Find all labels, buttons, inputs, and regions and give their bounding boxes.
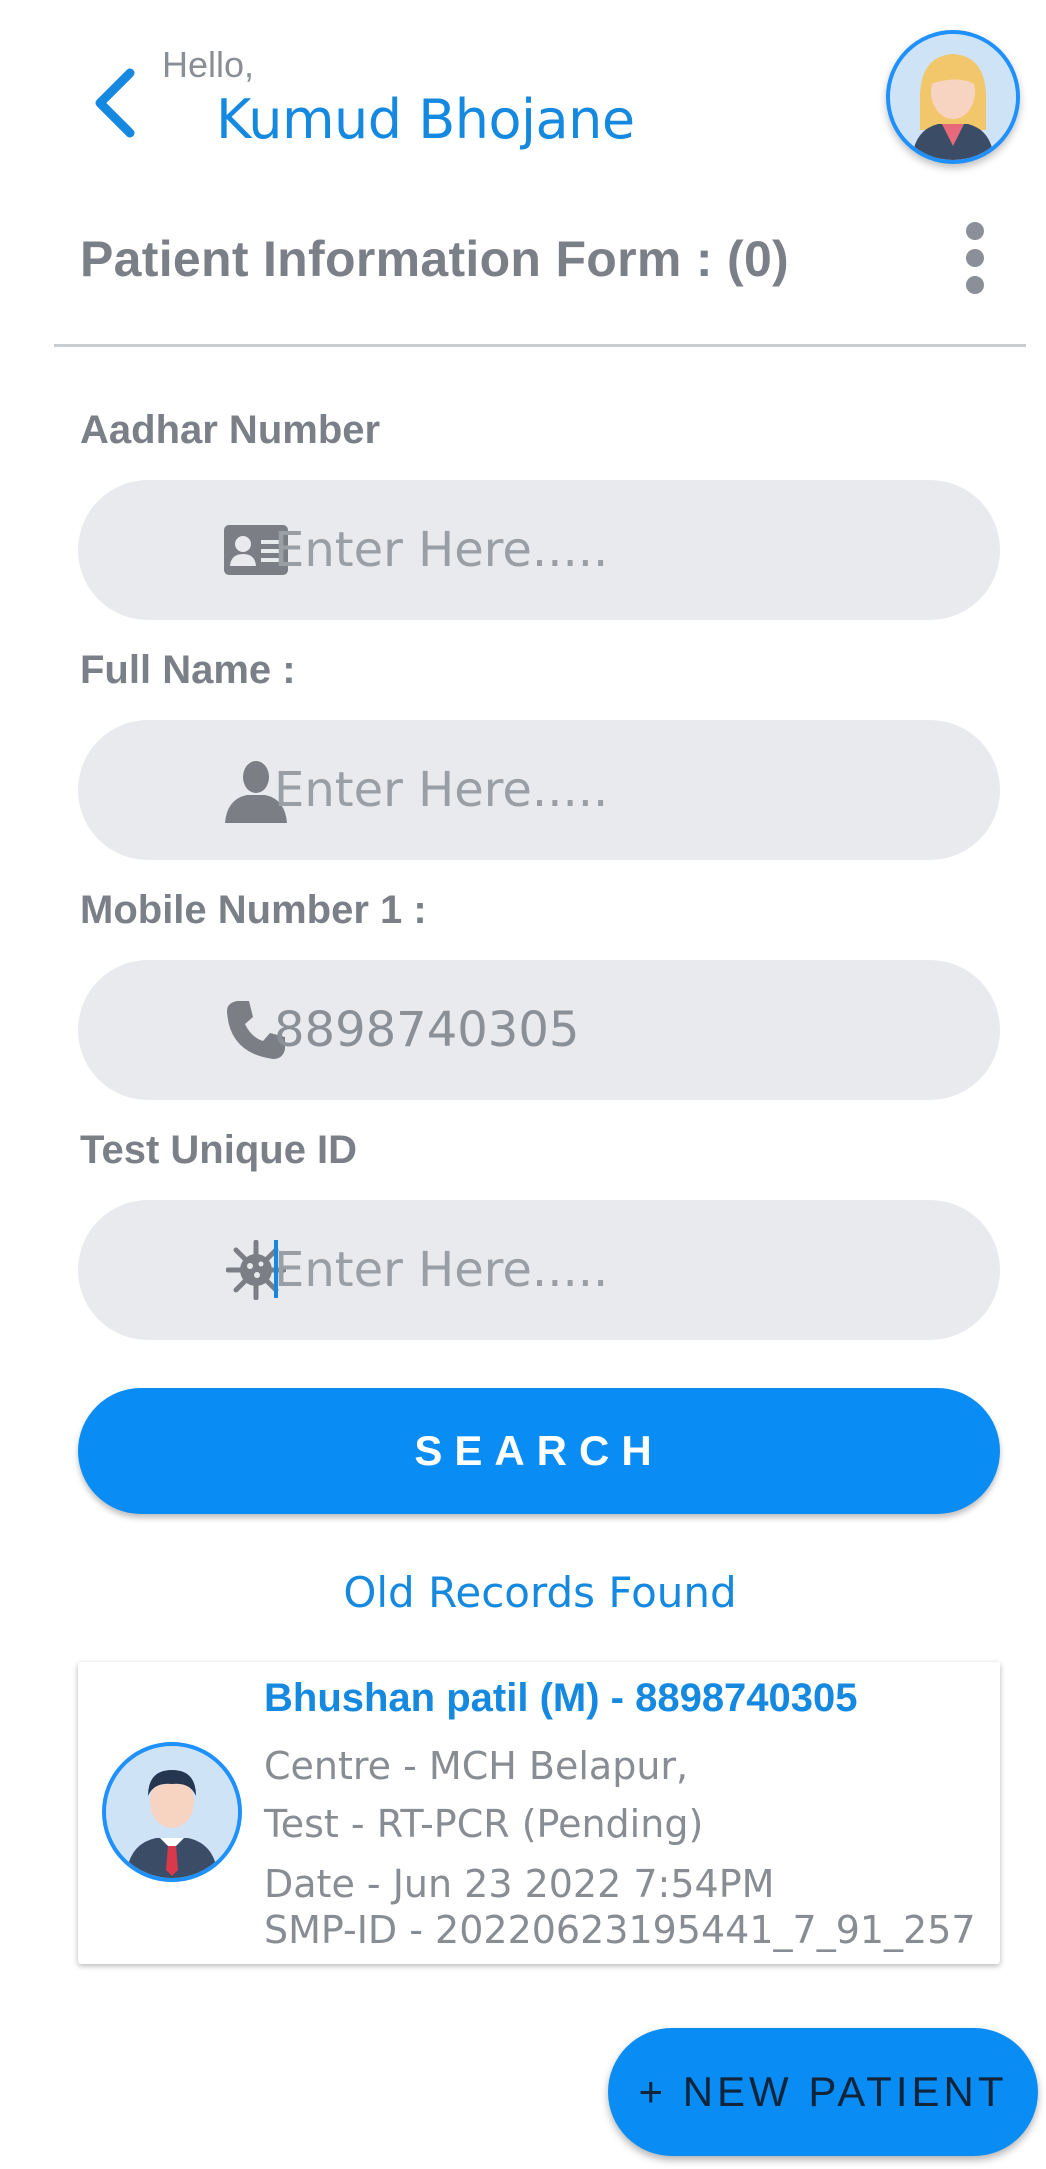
- chevron-left-icon: [95, 68, 135, 138]
- old-records-heading: Old Records Found: [343, 1568, 737, 1617]
- record-name: Bhushan patil (M) - 8898740305: [264, 1676, 858, 1720]
- back-button[interactable]: [80, 58, 150, 148]
- record-smp-id: SMP-ID - 20220623195441_7_91_257: [264, 1908, 976, 1952]
- record-test: Test - RT-PCR (Pending): [264, 1802, 704, 1846]
- test-id-input[interactable]: [274, 1200, 974, 1340]
- more-options-button[interactable]: [950, 218, 1000, 298]
- full-name-input[interactable]: [274, 720, 974, 860]
- record-card[interactable]: Bhushan patil (M) - 8898740305 Centre - …: [78, 1662, 1000, 1964]
- aadhar-input[interactable]: [274, 480, 974, 620]
- patient-avatar: [102, 1742, 242, 1882]
- mobile-field-container: [78, 960, 1000, 1100]
- header-divider: [54, 344, 1026, 347]
- full-name-label: Full Name :: [80, 648, 296, 692]
- dot-icon: [966, 249, 984, 267]
- mobile-input[interactable]: [274, 960, 974, 1100]
- record-date: Date - Jun 23 2022 7:54PM: [264, 1862, 775, 1906]
- record-centre: Centre - MCH Belapur,: [264, 1744, 689, 1788]
- aadhar-label: Aadhar Number: [80, 408, 381, 452]
- full-name-field-container: [78, 720, 1000, 860]
- greeting-text: Hello,: [162, 44, 255, 85]
- text-cursor: [274, 1240, 278, 1298]
- page-title: Patient Information Form : (0): [80, 231, 789, 287]
- dot-icon: [966, 276, 984, 294]
- male-avatar-icon: [106, 1746, 238, 1878]
- mobile-label: Mobile Number 1 :: [80, 888, 427, 932]
- dot-icon: [966, 222, 984, 240]
- user-avatar[interactable]: [886, 30, 1020, 164]
- search-button[interactable]: SEARCH: [78, 1388, 1000, 1514]
- test-id-label: Test Unique ID: [80, 1128, 358, 1172]
- new-patient-button[interactable]: + NEW PATIENT: [608, 2028, 1038, 2156]
- test-id-field-container: [78, 1200, 1000, 1340]
- aadhar-field-container: [78, 480, 1000, 620]
- female-avatar-icon: [890, 34, 1016, 160]
- user-name: Kumud Bhojane: [216, 88, 635, 151]
